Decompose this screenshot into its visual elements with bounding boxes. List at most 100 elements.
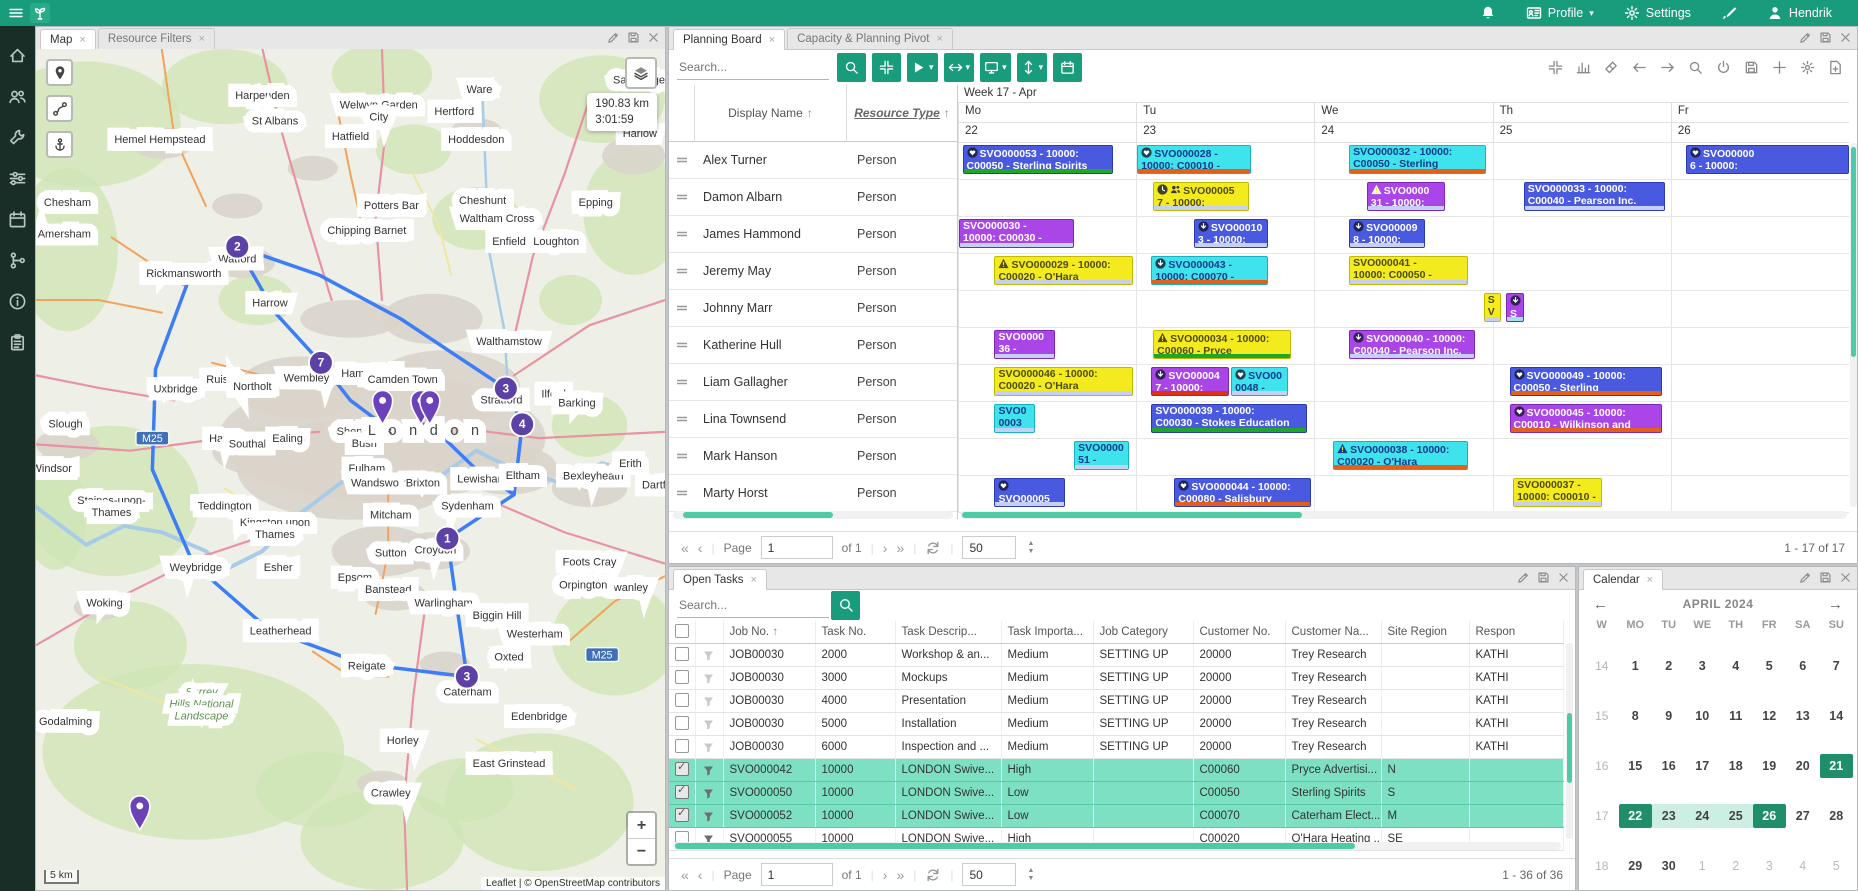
filter-icon[interactable]	[702, 810, 717, 823]
menu-icon[interactable]	[8, 5, 24, 21]
calendar-day[interactable]: 12	[1753, 704, 1787, 728]
filter-icon[interactable]	[702, 718, 717, 731]
first-page-button[interactable]: «	[681, 540, 689, 556]
filter-icon[interactable]	[702, 764, 717, 777]
row-checkbox[interactable]	[675, 670, 689, 684]
schedule-cell[interactable]	[1493, 328, 1671, 364]
calendar-day[interactable]: 10	[1686, 704, 1720, 728]
toolbar-gear-icon[interactable]	[1800, 60, 1815, 75]
settings-button[interactable]: Settings	[1624, 5, 1691, 21]
resource-row[interactable]: Katherine HullPerson	[669, 327, 957, 364]
calendar-day[interactable]: 14	[1820, 704, 1854, 728]
schedule-cell[interactable]	[958, 291, 1136, 327]
map-anchor-button[interactable]	[46, 131, 73, 158]
schedule-event[interactable]: SVO0000 36 -	[994, 330, 1054, 359]
toolbar-compress-button[interactable]	[872, 53, 901, 82]
schedule-cell[interactable]	[1671, 217, 1849, 253]
schedule-event[interactable]: SVO000053 - 10000: C00050 - Sterling Spi…	[963, 145, 1114, 174]
task-row[interactable]: JOB000304000PresentationMediumSETTING UP…	[669, 690, 1563, 713]
drag-handle-icon[interactable]	[669, 487, 695, 499]
tasks-search-input[interactable]	[677, 593, 829, 618]
toolbar-search-button[interactable]	[837, 53, 866, 82]
map-marker-numbered[interactable]: 1	[435, 527, 459, 551]
schedule-event[interactable]: SVO00009 8 - 10000:	[1349, 219, 1425, 248]
toolbar-power-icon[interactable]	[1716, 60, 1731, 75]
toolbar-monitor-button[interactable]: ▾	[980, 53, 1011, 82]
toolbar-arrowR-icon[interactable]	[1660, 60, 1675, 75]
toolbar-compress-icon[interactable]	[1548, 60, 1563, 75]
calendar-day[interactable]: 17	[1686, 754, 1720, 778]
tasks-search-button[interactable]	[831, 591, 860, 620]
task-row[interactable]: JOB000305000InstallationMediumSETTING UP…	[669, 713, 1563, 736]
calendar-day[interactable]: 18	[1719, 754, 1753, 778]
schedule-cell[interactable]	[1671, 365, 1849, 401]
schedule-cell[interactable]	[1671, 439, 1849, 475]
page-input[interactable]	[761, 863, 833, 886]
schedule-cell[interactable]: SVO000033 - 10000: C00040 - Pearson Inc.	[1493, 180, 1671, 216]
tab-planning-board[interactable]: Planning Board×	[673, 29, 785, 50]
schedule-cell[interactable]: SVO000041 - 10000: C00050 -	[1314, 254, 1492, 290]
schedule-cell[interactable]	[1493, 143, 1671, 179]
schedule-cell[interactable]: SVO000034 - 10000: C00060 - Pryce	[1136, 328, 1314, 364]
last-page-button[interactable]: »	[896, 867, 904, 883]
calendar-day[interactable]: 4	[1786, 854, 1820, 878]
map-marker-numbered[interactable]: 4	[510, 412, 534, 436]
schedule-event[interactable]: SVO000044 - 10000: C00080 - Salisbury	[1174, 478, 1310, 507]
select-all-header[interactable]	[669, 621, 695, 644]
close-icon[interactable]: ×	[769, 34, 775, 46]
tab-calendar[interactable]: Calendar×	[1583, 569, 1663, 590]
row-checkbox[interactable]	[675, 693, 689, 707]
toolbar-plus-icon[interactable]	[1772, 60, 1787, 75]
calendar-day[interactable]: 5	[1820, 854, 1854, 878]
resource-row[interactable]: Johnny MarrPerson	[669, 290, 957, 327]
map-route-button[interactable]	[46, 95, 73, 122]
edit-panel-icon[interactable]	[607, 31, 620, 44]
schedule-event[interactable]: SVO000038 - 10000: C00020 - O'Hara	[1333, 441, 1468, 470]
tab-capacity-planning-pivot[interactable]: Capacity & Planning Pivot×	[787, 28, 953, 49]
close-panel-icon[interactable]	[1839, 31, 1852, 44]
calendar-day[interactable]: 2	[1719, 854, 1753, 878]
first-page-button[interactable]: «	[681, 867, 689, 883]
toolbar-play-button[interactable]: ▾	[907, 53, 938, 82]
task-row[interactable]: SVO00004210000LONDON Swive...HighC00060P…	[669, 759, 1563, 782]
resource-row[interactable]: Damon AlbarnPerson	[669, 179, 957, 216]
theme-button[interactable]	[1721, 5, 1737, 21]
schedule-event[interactable]: SVO000029 - 10000: C00020 - O'Hara	[994, 256, 1132, 285]
schedule-event[interactable]: SVO00010 3 - 10000:	[1194, 219, 1268, 248]
schedule-cell[interactable]: SVO0000 51 -	[958, 439, 1136, 475]
calendar-day[interactable]: 8	[1619, 704, 1653, 728]
calendar-day[interactable]: 29	[1619, 854, 1653, 878]
schedule-cell[interactable]: SVO000037 - 10000: C00010 -	[1493, 476, 1671, 512]
calendar-day[interactable]: 6	[1786, 654, 1820, 678]
schedule-event[interactable]: SVO000043 - 10000: C00070 -	[1151, 256, 1268, 285]
schedule-cell[interactable]	[1671, 476, 1849, 512]
schedule-cell[interactable]: SVO0000 36 -	[958, 328, 1136, 364]
calendar-day[interactable]: 15	[1619, 754, 1653, 778]
save-panel-icon[interactable]	[1537, 571, 1550, 584]
drag-handle-icon[interactable]	[669, 450, 695, 462]
map-marker-button[interactable]	[46, 59, 73, 86]
filter-icon[interactable]	[702, 787, 717, 800]
sidebar-item-home[interactable]	[8, 46, 28, 66]
sidebar-item-calendar[interactable]	[8, 210, 28, 230]
schedule-event[interactable]: SVO000049 - 10000: C00050 - Sterling	[1510, 367, 1662, 396]
schedule-cell[interactable]: SVO00005 7 - 10000:	[1136, 180, 1314, 216]
column-header[interactable]: Task No.	[815, 621, 895, 644]
schedule-cell[interactable]	[1671, 328, 1849, 364]
calendar-day[interactable]: 26	[1753, 804, 1787, 828]
resource-row[interactable]: Mark HansonPerson	[669, 438, 957, 475]
schedule-cell[interactable]: SVO000049 - 10000: C00050 - Sterling	[1493, 365, 1671, 401]
calendar-day[interactable]: 1	[1686, 854, 1720, 878]
sidebar-item-info[interactable]	[8, 292, 28, 312]
next-page-button[interactable]: ›	[883, 540, 888, 556]
zoom-out-button[interactable]: −	[628, 839, 655, 864]
prev-page-button[interactable]: ‹	[698, 540, 703, 556]
schedule-event[interactable]: S V	[1484, 293, 1502, 322]
save-panel-icon[interactable]	[1819, 571, 1832, 584]
column-header[interactable]: Customer Na...	[1285, 621, 1381, 644]
page-size-stepper[interactable]: ▲▼	[1027, 867, 1034, 882]
schedule-event[interactable]: SVO000046 - 10000: C00020 - O'Hara	[994, 367, 1132, 396]
close-panel-icon[interactable]	[1839, 571, 1852, 584]
schedule-event[interactable]: S	[1506, 293, 1524, 322]
tasks-vscrollbar[interactable]	[1566, 643, 1573, 839]
